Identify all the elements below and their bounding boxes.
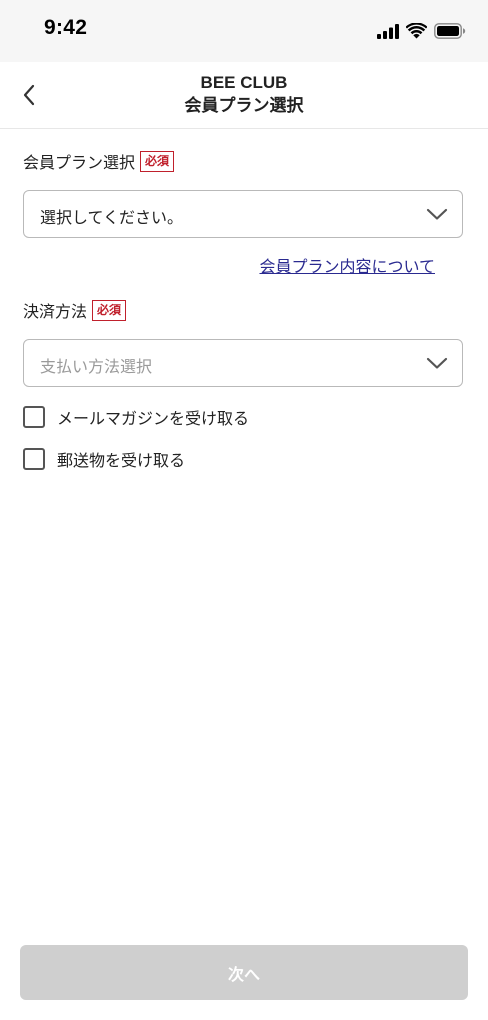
wifi-icon	[406, 23, 427, 39]
payment-field-label-row: 決済方法 必須	[23, 298, 127, 322]
plan-field-label-row: 会員プラン選択 必須	[23, 149, 175, 173]
nav-header: BEE CLUB 会員プラン選択	[0, 62, 488, 129]
cellular-signal-icon	[377, 23, 399, 39]
payment-required-badge: 必須	[92, 299, 127, 321]
status-icons	[377, 20, 466, 42]
newsletter-label: メールマガジンを受け取る	[57, 409, 250, 428]
page-title: 会員プラン選択	[184, 96, 304, 116]
chevron-down-icon	[426, 357, 448, 369]
payment-select[interactable]: 支払い方法選択	[23, 339, 463, 387]
plan-info-link[interactable]: 会員プラン内容について	[259, 253, 435, 277]
chevron-down-icon	[426, 208, 448, 220]
newsletter-checkbox[interactable]	[23, 406, 45, 428]
payment-select-placeholder: 支払い方法選択	[40, 357, 153, 376]
screen: 9:42 BEE CLUB 会員プラン選択 会員プラン選択 必須 選択してくださ…	[0, 0, 488, 1020]
plan-select-value: 選択してください。	[40, 208, 184, 227]
back-button[interactable]	[12, 78, 46, 112]
plan-field-label: 会員プラン選択	[23, 153, 136, 172]
header-titles: BEE CLUB 会員プラン選択	[60, 72, 428, 118]
status-bar: 9:42	[0, 0, 488, 62]
plan-required-badge: 必須	[140, 150, 175, 172]
mail-option[interactable]: 郵送物を受け取る	[23, 447, 185, 471]
plan-select[interactable]: 選択してください。	[23, 190, 463, 238]
status-time: 9:42	[44, 16, 88, 39]
mail-label: 郵送物を受け取る	[57, 451, 186, 470]
mail-checkbox[interactable]	[23, 448, 45, 470]
chevron-left-icon	[23, 84, 35, 106]
next-button[interactable]: 次へ	[20, 945, 468, 1000]
newsletter-option[interactable]: メールマガジンを受け取る	[23, 405, 249, 429]
payment-field-label: 決済方法	[23, 302, 88, 321]
club-name: BEE CLUB	[200, 73, 288, 92]
battery-icon	[434, 23, 466, 39]
